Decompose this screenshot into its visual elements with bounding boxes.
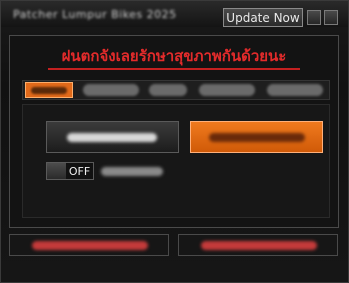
title-bar[interactable]: Patcher Lumpur Bikes 2025 Update Now (1, 1, 348, 27)
tab-5[interactable] (267, 84, 323, 96)
announcement-banner: ฝนตกจังเลยรักษาสุขภาพกันด้วยนะ (61, 47, 287, 65)
off-toggle[interactable]: OFF (46, 162, 94, 180)
footer-left-button[interactable] (9, 234, 169, 256)
tab-2[interactable] (83, 84, 139, 96)
minimize-icon[interactable] (307, 10, 321, 25)
patcher-window: Patcher Lumpur Bikes 2025 Update Now ฝนต… (0, 0, 349, 283)
update-now-button[interactable]: Update Now (223, 8, 303, 27)
tab-3[interactable] (149, 84, 187, 96)
tab-bar (22, 80, 330, 100)
dark-action-button-label (67, 133, 157, 142)
footer-right-button-label (201, 241, 317, 250)
tab-4[interactable] (199, 84, 255, 96)
tab-1-label (31, 87, 67, 94)
footer-left-button-label (32, 241, 148, 250)
toggle-state-label: OFF (68, 164, 91, 178)
tab-content: OFF (22, 104, 330, 218)
dark-action-button[interactable] (46, 121, 179, 153)
banner-underline (48, 68, 300, 70)
tab-1[interactable] (25, 82, 73, 98)
orange-action-button[interactable] (190, 121, 323, 153)
footer-right-button[interactable] (178, 234, 338, 256)
toggle-option-label (101, 167, 163, 176)
window-title: Patcher Lumpur Bikes 2025 (13, 8, 177, 21)
toggle-knob (47, 163, 66, 179)
orange-action-button-label (209, 133, 305, 142)
close-icon[interactable] (324, 10, 338, 25)
main-panel: ฝนตกจังเลยรักษาสุขภาพกันด้วยนะ OFF (9, 35, 339, 228)
